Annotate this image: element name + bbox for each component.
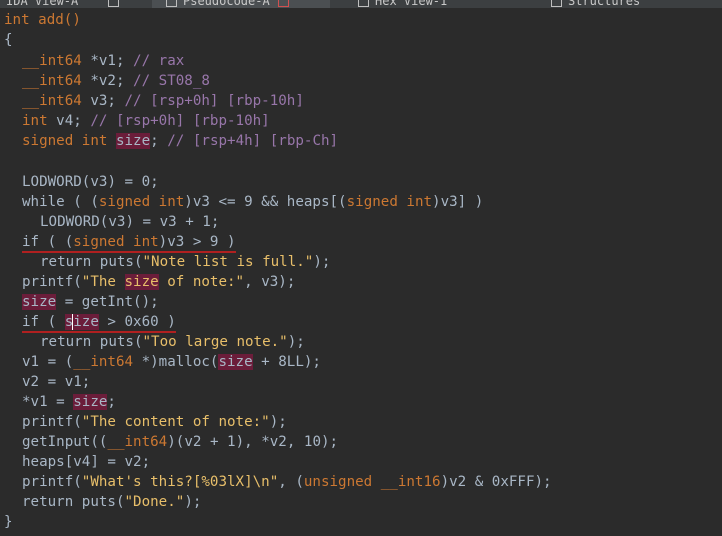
code-line: size = getInt(); (22, 294, 159, 310)
pseudocode-view[interactable]: int add() { __int64 *v1; // rax __int64 … (0, 10, 722, 536)
code-line: *v1 = size; (22, 394, 116, 410)
code-line: __int64 v3; // [rsp+0h] [rbp-10h] (22, 93, 304, 109)
code-line: { (4, 32, 13, 48)
var-size[interactable]: size (73, 394, 108, 410)
code-line: v2 = v1; (22, 374, 91, 390)
var-size[interactable]: size (22, 294, 57, 310)
tab-close-icon[interactable] (277, 0, 289, 7)
tab-hex-view[interactable]: Hex View-1 (358, 0, 447, 8)
code-line: return puts("Done."); (22, 494, 202, 510)
tab-ida-view[interactable]: IDA View-A (6, 0, 120, 8)
code-line: if ( (signed int)v3 > 9 ) (22, 232, 236, 253)
code-line: printf("The size of note:", v3); (22, 274, 296, 290)
tab-close-icon[interactable] (108, 0, 120, 7)
tab-label: Pseudocode-A (183, 0, 270, 8)
var-size[interactable]: size (115, 133, 151, 149)
hex-icon (358, 0, 369, 7)
code-line: heaps[v4] = v2; (22, 454, 151, 470)
code-line: if ( size > 0x60 ) (22, 312, 176, 333)
tab-bar: IDA View-A Pseudocode-A Hex View-1 Struc… (0, 0, 722, 8)
var-size[interactable]: size (124, 274, 159, 290)
var-size[interactable]: size (218, 354, 253, 370)
tab-label: Hex View-1 (375, 0, 448, 8)
code-line: int v4; // [rsp+0h] [rbp-10h] (22, 113, 270, 129)
code-line: signed int size; // [rsp+4h] [rbp-Ch] (22, 133, 339, 149)
tab-label: Structures (568, 0, 641, 8)
code-line: LODWORD(v3) = v3 + 1; (40, 214, 220, 230)
code-line: getInput((__int64)(v2 + 1), *v2, 10); (22, 434, 339, 450)
code-line: __int64 *v1; // rax (22, 53, 185, 69)
code-line: int add() (4, 12, 81, 28)
code-line: while ( (signed int)v3 <= 9 && heaps[(si… (22, 194, 484, 210)
tab-structures[interactable]: Structures (551, 0, 640, 8)
code-line: return puts("Note list is full."); (40, 254, 331, 270)
code-line: LODWORD(v3) = 0; (22, 174, 159, 190)
code-line: v1 = (__int64 *)malloc(size + 8LL); (22, 354, 321, 370)
structures-icon (551, 0, 562, 7)
code-line: return puts("Too large note."); (40, 334, 305, 350)
code-line: } (4, 514, 13, 530)
tab-label: IDA View-A (6, 0, 79, 8)
var-size[interactable]: size (64, 314, 99, 330)
code-line: printf("What's this?[%03lX]\n", (unsigne… (22, 474, 552, 490)
pseudocode-icon (166, 0, 177, 7)
code-line: __int64 *v2; // ST08_8 (22, 73, 210, 89)
tab-pseudocode[interactable]: Pseudocode-A (152, 0, 330, 8)
code-line: printf("The content of note:"); (22, 414, 287, 430)
